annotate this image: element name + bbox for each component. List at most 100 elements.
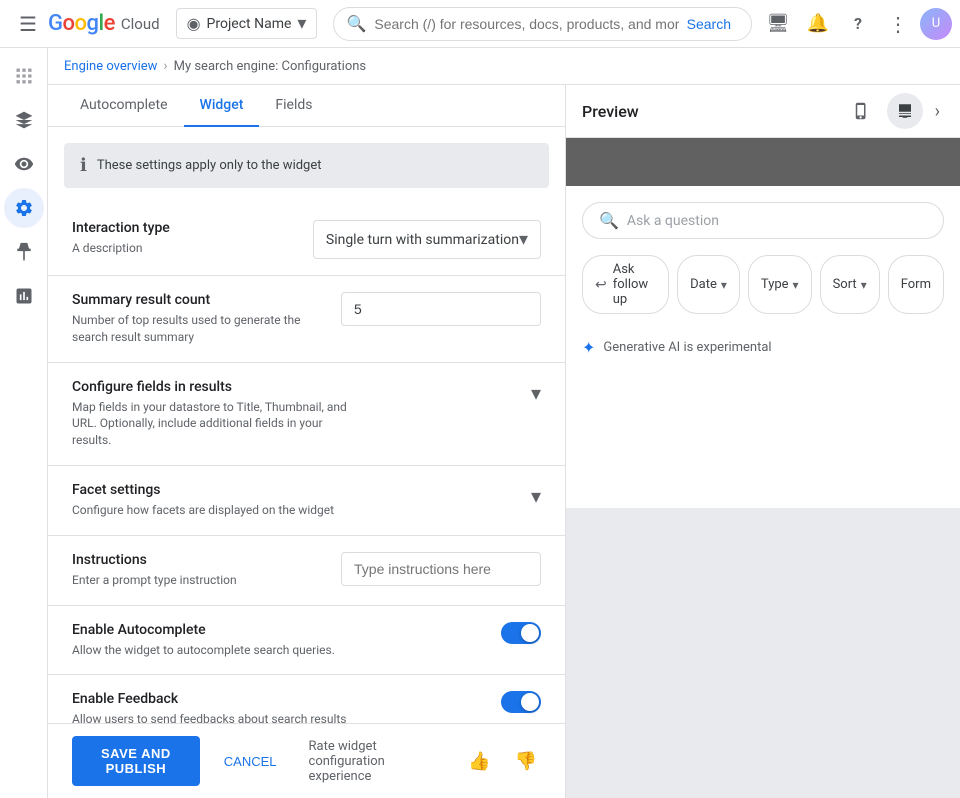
- instructions-control: [341, 552, 541, 586]
- left-panel: Autocomplete Widget Fields ℹ These setti…: [48, 85, 566, 798]
- enable-autocomplete-section: Enable Autocomplete Allow the widget to …: [48, 606, 565, 676]
- preview-followup-label: Ask follow up: [613, 262, 656, 307]
- enable-autocomplete-toggle[interactable]: [501, 622, 541, 644]
- google-cloud-logo: Google Cloud: [48, 11, 160, 36]
- preview-form-label: Form: [901, 277, 931, 292]
- instructions-row: Instructions Enter a prompt type instruc…: [72, 552, 541, 589]
- cancel-button[interactable]: CANCEL: [216, 744, 285, 779]
- rate-text: Rate widget configuration experience: [309, 739, 449, 784]
- menu-icon[interactable]: ☰: [8, 4, 48, 44]
- preview-sort-label: Sort: [833, 277, 857, 292]
- more-options-icon[interactable]: ⋮: [880, 6, 916, 42]
- preview-date-label: Date: [690, 277, 717, 292]
- sidebar-icon-eye[interactable]: [4, 144, 44, 184]
- instructions-label: Instructions: [72, 552, 237, 568]
- interaction-type-control: Single turn with summarization ▾: [313, 220, 541, 259]
- main-content: Engine overview › My search engine: Conf…: [48, 48, 960, 798]
- preview-followup-btn[interactable]: ↩ Ask follow up: [582, 255, 669, 314]
- summary-count-section: Summary result count Number of top resul…: [48, 276, 565, 363]
- enable-feedback-desc: Allow users to send feedbacks about sear…: [72, 711, 352, 723]
- interaction-type-dropdown[interactable]: Single turn with summarization ▾: [313, 220, 541, 259]
- preview-mobile-btn[interactable]: [843, 93, 879, 129]
- preview-ai-note: ✦ Generative AI is experimental: [582, 338, 944, 357]
- preview-date-filter[interactable]: Date ▾: [677, 255, 740, 314]
- preview-type-label: Type: [761, 277, 789, 292]
- configure-fields-label-group: Configure fields in results Map fields i…: [72, 379, 352, 449]
- thumbs-up-button[interactable]: 👍: [464, 747, 494, 776]
- info-banner-text: These settings apply only to the widget: [97, 158, 322, 173]
- preview-search-placeholder: Ask a question: [627, 213, 719, 229]
- preview-header: Preview ›: [566, 85, 960, 138]
- preview-content: 🔍 Ask a question ↩ Ask follow up Date ▾: [566, 138, 960, 798]
- configure-fields-label: Configure fields in results: [72, 379, 352, 395]
- summary-count-input[interactable]: [341, 292, 541, 326]
- save-publish-button[interactable]: SAVE AND PUBLISH: [72, 736, 200, 786]
- preview-expand-icon[interactable]: ›: [931, 97, 944, 126]
- preview-search-icon: 🔍: [599, 211, 619, 230]
- preview-form-filter[interactable]: Form: [888, 255, 944, 314]
- enable-feedback-section: Enable Feedback Allow users to send feed…: [48, 675, 565, 723]
- summary-count-desc: Number of top results used to generate t…: [72, 312, 325, 346]
- configure-fields-header[interactable]: Configure fields in results Map fields i…: [72, 379, 541, 449]
- preview-top-bar: [566, 138, 960, 186]
- breadcrumb-engine-overview[interactable]: Engine overview: [64, 59, 157, 74]
- enable-autocomplete-row: Enable Autocomplete Allow the widget to …: [72, 622, 541, 659]
- interaction-type-value: Single turn with summarization: [326, 232, 519, 248]
- facet-settings-header[interactable]: Facet settings Configure how facets are …: [72, 482, 541, 519]
- app-layout: Engine overview › My search engine: Conf…: [0, 48, 960, 798]
- summary-count-control: [341, 292, 541, 326]
- bottom-bar: SAVE AND PUBLISH CANCEL Rate widget conf…: [48, 723, 565, 798]
- facet-settings-label: Facet settings: [72, 482, 334, 498]
- configure-fields-desc: Map fields in your datastore to Title, T…: [72, 399, 352, 449]
- notifications-icon[interactable]: 🔔: [800, 6, 836, 42]
- info-banner: ℹ These settings apply only to the widge…: [64, 143, 549, 188]
- preview-panel: Preview › 🔍 Ask a question: [566, 85, 960, 798]
- enable-feedback-toggle[interactable]: [501, 691, 541, 713]
- preview-background: [566, 508, 960, 798]
- sidebar-icon-settings[interactable]: [4, 188, 44, 228]
- instructions-desc: Enter a prompt type instruction: [72, 572, 237, 589]
- preview-search-box[interactable]: 🔍 Ask a question: [582, 202, 944, 239]
- ai-sparkle-icon: ✦: [582, 338, 595, 357]
- thumbs-down-button[interactable]: 👎: [511, 747, 541, 776]
- tab-autocomplete[interactable]: Autocomplete: [64, 85, 184, 127]
- interaction-type-row: Interaction type A description Single tu…: [72, 220, 541, 259]
- sidebar-icon-chart[interactable]: [4, 276, 44, 316]
- enable-autocomplete-label-group: Enable Autocomplete Allow the widget to …: [72, 622, 335, 659]
- instructions-input[interactable]: [341, 552, 541, 586]
- avatar[interactable]: U: [920, 8, 952, 40]
- sort-arrow-icon: ▾: [861, 278, 867, 292]
- project-selector[interactable]: ◉ Project Name ▾: [176, 8, 318, 39]
- breadcrumb-current: My search engine: Configurations: [174, 59, 367, 74]
- enable-feedback-label-group: Enable Feedback Allow users to send feed…: [72, 691, 352, 723]
- preview-sort-filter[interactable]: Sort ▾: [820, 255, 880, 314]
- settings-panel: ℹ These settings apply only to the widge…: [48, 127, 565, 723]
- breadcrumb: Engine overview › My search engine: Conf…: [48, 48, 960, 85]
- preview-ai-text: Generative AI is experimental: [603, 340, 771, 355]
- sidebar-icon-layers[interactable]: [4, 100, 44, 140]
- help-icon[interactable]: ?: [840, 6, 876, 42]
- tab-fields[interactable]: Fields: [259, 85, 328, 127]
- instructions-label-group: Instructions Enter a prompt type instruc…: [72, 552, 237, 589]
- instructions-section: Instructions Enter a prompt type instruc…: [48, 536, 565, 606]
- preview-desktop-btn[interactable]: [887, 93, 923, 129]
- monitor-icon[interactable]: 🖥: [760, 6, 796, 42]
- global-search[interactable]: 🔍 Search: [333, 7, 752, 41]
- interaction-type-desc: A description: [72, 240, 170, 257]
- interaction-type-section: Interaction type A description Single tu…: [48, 204, 565, 276]
- project-name: Project Name: [207, 16, 292, 32]
- search-button[interactable]: Search: [679, 14, 739, 34]
- date-arrow-icon: ▾: [721, 278, 727, 292]
- facet-settings-section: Facet settings Configure how facets are …: [48, 466, 565, 536]
- summary-count-label: Summary result count: [72, 292, 325, 308]
- facet-settings-label-group: Facet settings Configure how facets are …: [72, 482, 334, 519]
- enable-autocomplete-label: Enable Autocomplete: [72, 622, 335, 638]
- sidebar-icon-grid[interactable]: [4, 56, 44, 96]
- tab-widget[interactable]: Widget: [184, 85, 260, 127]
- preview-type-filter[interactable]: Type ▾: [748, 255, 812, 314]
- sidebar-icon-pin[interactable]: [4, 232, 44, 272]
- summary-count-row: Summary result count Number of top resul…: [72, 292, 541, 346]
- configure-fields-expand-icon: ▾: [531, 381, 541, 405]
- nav-icon-group: 🖥 🔔 ? ⋮ U: [760, 6, 952, 42]
- search-input[interactable]: [374, 16, 678, 32]
